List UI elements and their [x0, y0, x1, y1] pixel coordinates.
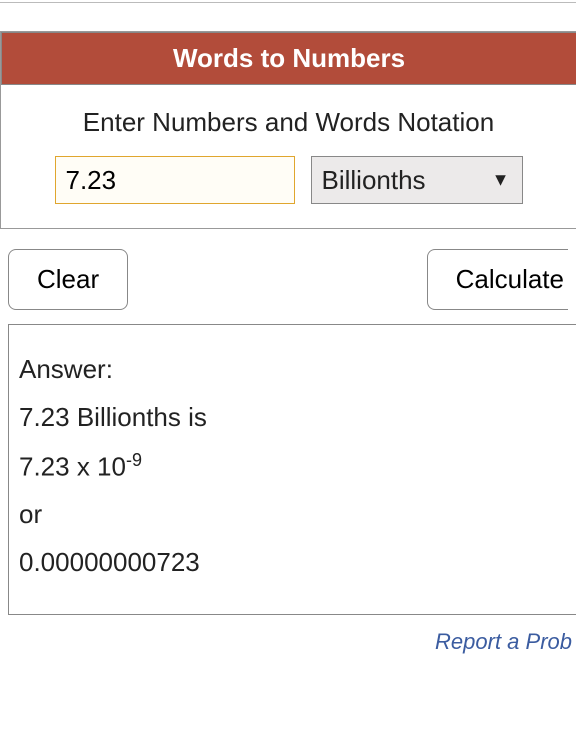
input-row: Billionths ▼ [1, 156, 576, 228]
answer-label: Answer: [19, 353, 566, 387]
report-problem-link[interactable]: Report a Prob [0, 615, 576, 655]
answer-box: Answer: 7.23 Billionths is 7.23 x 10-9 o… [8, 324, 576, 615]
unit-select[interactable]: Billionths ▼ [311, 156, 523, 204]
unit-select-value: Billionths [322, 165, 426, 196]
answer-decimal: 0.00000000723 [19, 546, 566, 580]
answer-scientific: 7.23 x 10-9 [19, 449, 566, 484]
calculator-panel: Words to Numbers Enter Numbers and Words… [0, 31, 576, 229]
clear-button[interactable]: Clear [8, 249, 128, 310]
answer-line1: 7.23 Billionths is [19, 401, 566, 435]
button-row: Clear Calculate [0, 229, 576, 324]
sci-base: 7.23 x 10 [19, 451, 126, 481]
number-input[interactable] [55, 156, 295, 204]
sci-exponent: -9 [126, 450, 142, 470]
instruction-text: Enter Numbers and Words Notation [1, 85, 576, 156]
answer-or: or [19, 498, 566, 532]
calculate-button[interactable]: Calculate [427, 249, 568, 310]
chevron-down-icon: ▼ [492, 170, 510, 191]
top-divider [0, 2, 576, 3]
panel-title: Words to Numbers [1, 32, 576, 85]
